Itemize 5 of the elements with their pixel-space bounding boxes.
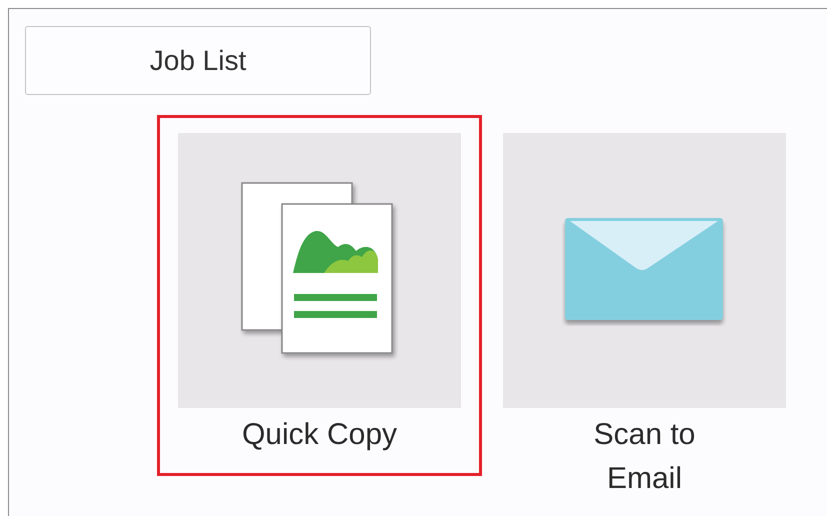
tile-label: Scan to Email [592,417,696,497]
tile-label: Quick Copy [240,417,398,453]
tile[interactable]: Scan to Email [500,115,825,504]
selected-tile-frame[interactable]: Quick Copy [157,115,482,476]
job-list-button[interactable]: Job List [25,26,371,95]
